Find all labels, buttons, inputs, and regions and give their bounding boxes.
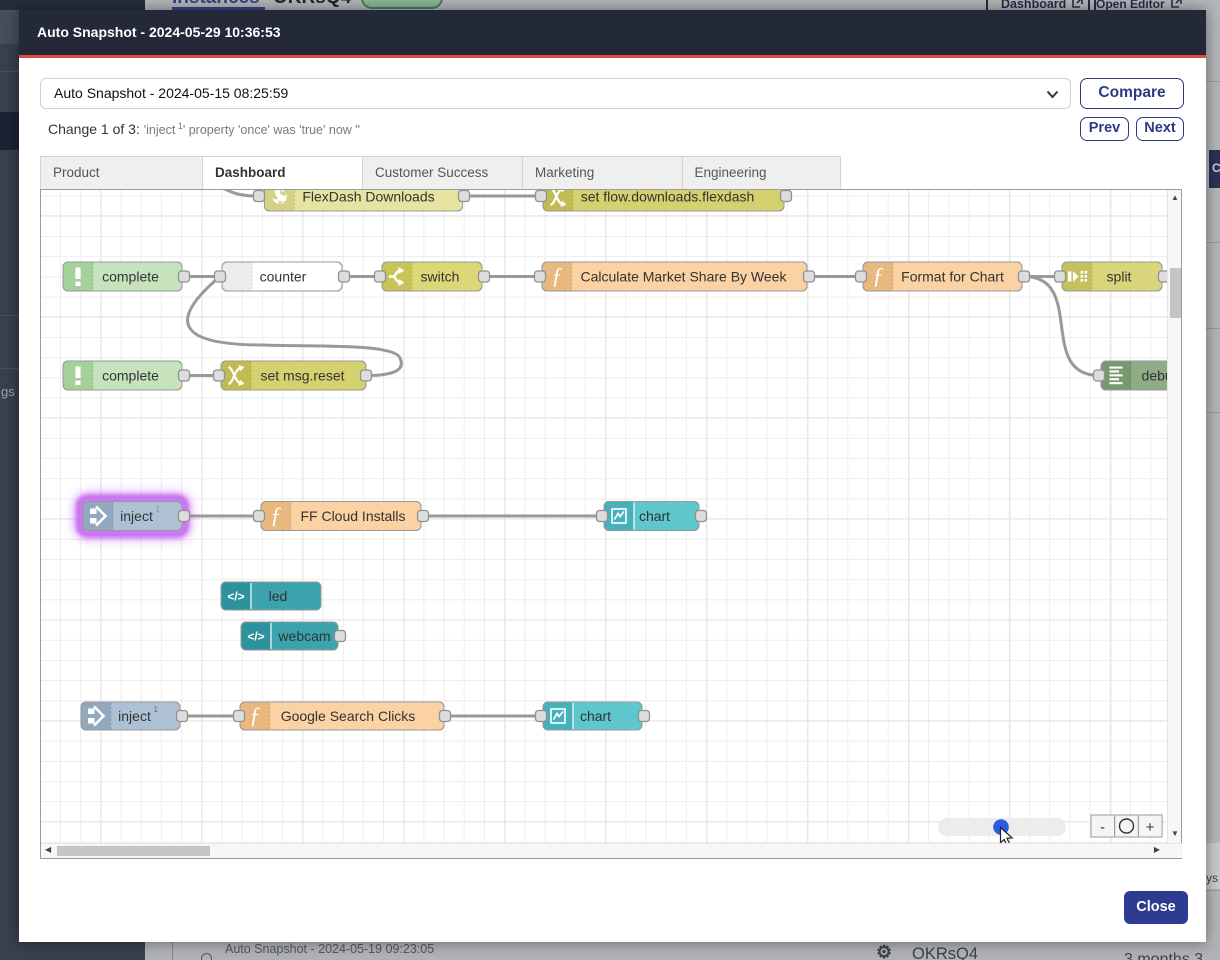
svg-text:split: split (1107, 269, 1132, 285)
svg-text:counter: counter (260, 269, 307, 285)
svg-text:ƒ: ƒ (872, 264, 884, 289)
svg-text:complete: complete (102, 368, 159, 384)
svg-text:Google Search Clicks: Google Search Clicks (281, 708, 416, 724)
svg-text:1: 1 (156, 505, 161, 514)
svg-text:+: + (1146, 819, 1155, 836)
svg-text:inject: inject (118, 708, 151, 724)
svg-text:switch: switch (421, 269, 460, 285)
svg-text:ƒ: ƒ (249, 703, 261, 728)
svg-text:</>: </> (227, 590, 244, 604)
svg-text:-: - (1100, 819, 1105, 836)
svg-text:Format for Chart: Format for Chart (901, 269, 1004, 285)
svg-text:1: 1 (154, 705, 159, 714)
svg-text:inject: inject (120, 508, 153, 524)
svg-text:</>: </> (247, 630, 264, 644)
svg-text:complete: complete (102, 269, 159, 285)
svg-text:chart: chart (639, 508, 670, 524)
svg-text:led: led (269, 588, 288, 604)
svg-text:set flow.downloads.flexdash: set flow.downloads.flexdash (581, 190, 755, 205)
svg-text:set msg.reset: set msg.reset (260, 368, 344, 384)
svg-text:FF Cloud Installs: FF Cloud Installs (300, 508, 405, 524)
svg-text:debug: debug (1142, 368, 1169, 384)
svg-text:FlexDash Downloads: FlexDash Downloads (302, 190, 434, 205)
svg-text:ƒ: ƒ (270, 503, 282, 528)
svg-text:chart: chart (580, 708, 611, 724)
svg-text:Calculate Market Share By Week: Calculate Market Share By Week (581, 269, 788, 285)
svg-text:ƒ: ƒ (551, 264, 563, 289)
svg-text:webcam: webcam (277, 628, 330, 644)
